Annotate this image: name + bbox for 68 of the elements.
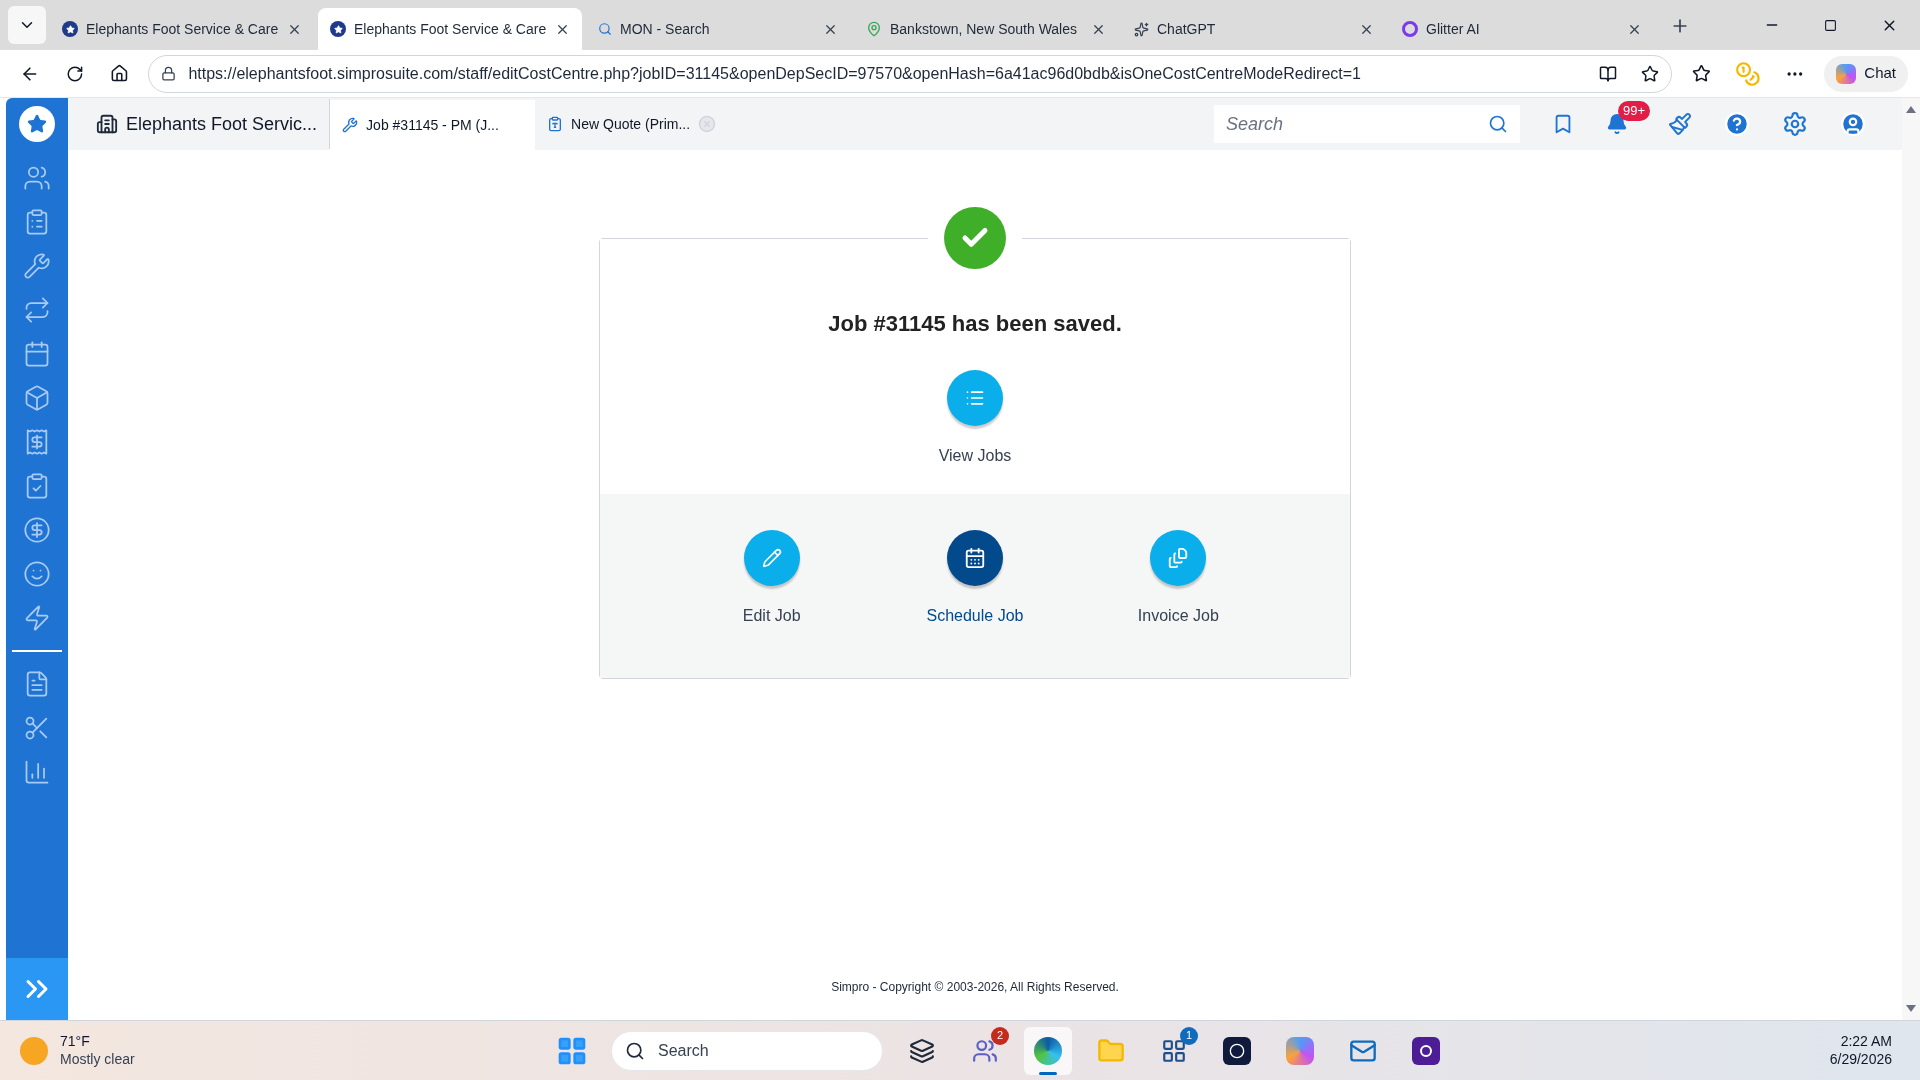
clipboard-icon [547,116,564,132]
lock-icon [161,66,177,81]
smile-icon[interactable] [23,560,51,588]
browser-tab[interactable]: Elephants Foot Service & Care [318,8,582,50]
temperature: 71°F [60,1033,91,1051]
app-tab[interactable]: New Quote (Prim... [535,99,729,149]
task-view-icon[interactable] [909,1037,935,1064]
copyright-text: Simpro - Copyright © 2003-2026, All Rights Reserved. [831,979,1119,996]
clock-time[interactable]: 2:22 AM [1840,1033,1892,1051]
people-icon[interactable] [23,164,51,192]
app-tab[interactable]: Job #31145 - PM (J... [330,100,536,150]
taskbar-search-field[interactable]: Search [611,1030,883,1071]
pencil-icon [761,548,782,568]
taskbar-app[interactable]: 2 [961,1026,1009,1075]
people-icon[interactable] [972,1037,998,1064]
cube-icon[interactable] [23,384,51,412]
notification-badge: 99+ [1618,101,1651,121]
wrench-icon[interactable] [23,252,51,280]
dollar-icon[interactable] [23,516,51,544]
count-badge: 1 [1180,1026,1198,1045]
tab-title: Elephants Foot Servic... [126,112,318,136]
brush-icon[interactable] [1668,112,1692,136]
home-icon[interactable] [109,64,129,83]
weather-condition: Mostly clear [60,1050,135,1068]
search-icon[interactable] [1488,114,1508,134]
building-icon [96,113,118,135]
action-button[interactable]: Schedule Job [895,530,1055,678]
tab-title: Elephants Foot Service & Care [86,19,279,39]
list-icon [965,388,985,408]
profile-icon[interactable] [1840,111,1866,137]
tab-title: Glitter AI [1426,19,1481,39]
search-icon [625,1040,645,1061]
tab-title: Elephants Foot Service & Care [354,19,547,39]
settings-icon[interactable] [1782,111,1808,137]
url-text: https://elephantsfoot.simprosuite.com/staff/editCostCentre.php?jobID=31145&openDepSecID=97570&openHash=6a41ac96d0bdb&isOneCostCentreModeRedirect=1 [188,63,1362,84]
chat-button[interactable]: Chat [1824,55,1908,92]
bar-chart-icon[interactable] [23,758,51,786]
wrench-icon [342,117,359,133]
bell-icon[interactable] [1606,113,1628,135]
tab-title: Bankstown, New South Wales [890,19,1078,39]
calendar-icon[interactable] [23,340,51,368]
taskbar-app[interactable]: 1 [1150,1026,1198,1075]
star-logo-icon[interactable] [19,106,55,142]
saved-message: Job #31145 has been saved. [828,310,1122,338]
action-button[interactable]: Edit Job [691,530,852,678]
repeat-icon[interactable] [23,296,51,324]
reader-icon[interactable] [1599,64,1617,83]
reload-icon[interactable] [65,64,84,83]
calendar-icon [964,547,986,569]
star-logo-icon [62,21,78,37]
count-badge: 2 [991,1026,1009,1045]
tab-title: New Quote (Prim... [571,114,691,134]
tab-title: MON - Search [620,19,711,39]
favorite-star-icon[interactable] [1641,64,1659,83]
lightning-icon[interactable] [23,604,51,632]
star-logo-icon [330,21,346,37]
expand-sidebar-button[interactable] [6,958,68,1020]
search-field[interactable]: Search [1214,105,1520,143]
action-button[interactable]: View Jobs [895,370,1055,468]
tab-title: Job #31145 - PM (J... [366,115,499,135]
help-icon[interactable] [1724,111,1750,137]
action-button[interactable]: Invoice Job [1098,530,1259,678]
maximize-icon[interactable] [1824,18,1837,32]
clock-date[interactable]: 6/29/2026 [1829,1050,1892,1068]
tab-title: ChatGPT [1157,19,1217,39]
favorites-icon[interactable] [1692,64,1711,83]
search-icon [598,22,612,36]
map-pin-icon [866,21,882,37]
